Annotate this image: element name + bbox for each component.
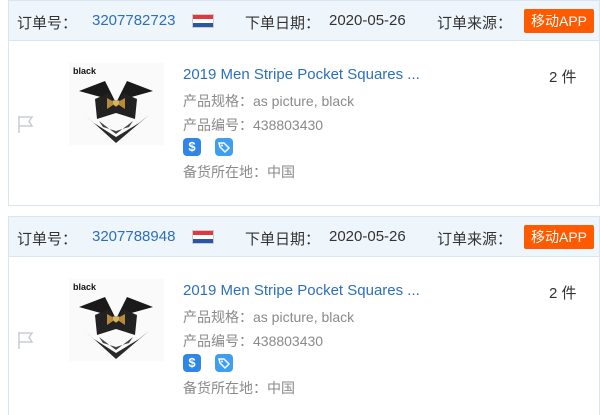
spec-label: 产品规格： bbox=[183, 93, 253, 109]
order-number-label: 订单号： bbox=[17, 15, 78, 32]
ship-from-value: 中国 bbox=[267, 164, 295, 180]
source-badge: 移动APP bbox=[524, 225, 595, 249]
order-source-label: 订单来源： bbox=[437, 231, 513, 248]
order-source-label: 订单来源： bbox=[437, 15, 513, 32]
source-badge: 移动APP bbox=[524, 9, 595, 33]
thumb-caption: black bbox=[73, 282, 97, 292]
order-date: 2020-05-26 bbox=[329, 228, 406, 245]
product-code-value: 438803430 bbox=[253, 117, 324, 133]
order-number-label: 订单号： bbox=[17, 231, 78, 248]
product-thumbnail[interactable]: black bbox=[69, 279, 164, 361]
netherlands-flag-icon bbox=[192, 14, 214, 28]
flag-icon[interactable] bbox=[15, 113, 37, 135]
ship-from-row: 备货所在地：中国 bbox=[183, 378, 295, 398]
flag-icon[interactable] bbox=[15, 329, 37, 351]
ship-from-label: 备货所在地： bbox=[183, 164, 267, 180]
tag-icon[interactable] bbox=[215, 138, 233, 156]
product-code-value: 438803430 bbox=[253, 333, 324, 349]
thumb-caption: black bbox=[73, 66, 97, 76]
spec-value: as picture, black bbox=[253, 309, 355, 325]
ship-from-label: 备货所在地： bbox=[183, 380, 267, 396]
order-date-label: 下单日期： bbox=[245, 231, 321, 248]
spec-label: 产品规格： bbox=[183, 309, 253, 325]
product-code-label: 产品编号： bbox=[183, 333, 253, 349]
order-card: 订单号： 3207782723 下单日期： 2020-05-26 订单来源： 移… bbox=[8, 0, 600, 206]
quantity: 2 件 bbox=[549, 69, 577, 86]
quantity: 2 件 bbox=[549, 285, 577, 302]
netherlands-flag-icon bbox=[192, 230, 214, 244]
dollar-icon[interactable]: $ bbox=[183, 138, 201, 156]
order-number[interactable]: 3207782723 bbox=[92, 12, 175, 29]
order-item: black 2019 Men Stripe Pocket Squares ...… bbox=[9, 41, 599, 201]
product-code-row: 产品编号：438803430 bbox=[183, 115, 323, 135]
ship-from-value: 中国 bbox=[267, 380, 295, 396]
order-date: 2020-05-26 bbox=[329, 12, 406, 29]
product-code-label: 产品编号： bbox=[183, 117, 253, 133]
tag-icon[interactable] bbox=[215, 354, 233, 372]
order-number[interactable]: 3207788948 bbox=[92, 228, 175, 245]
ship-from-row: 备货所在地：中国 bbox=[183, 162, 295, 182]
order-item: black 2019 Men Stripe Pocket Squares ...… bbox=[9, 257, 599, 415]
product-title-link[interactable]: 2019 Men Stripe Pocket Squares ... bbox=[183, 282, 420, 299]
product-thumbnail[interactable]: black bbox=[69, 63, 164, 145]
order-header: 订单号： 3207782723 下单日期： 2020-05-26 订单来源： 移… bbox=[9, 1, 599, 41]
spec-value: as picture, black bbox=[253, 93, 355, 109]
order-header: 订单号： 3207788948 下单日期： 2020-05-26 订单来源： 移… bbox=[9, 217, 599, 257]
dollar-icon[interactable]: $ bbox=[183, 354, 201, 372]
product-code-row: 产品编号：438803430 bbox=[183, 331, 323, 351]
product-title-link[interactable]: 2019 Men Stripe Pocket Squares ... bbox=[183, 66, 420, 83]
order-card: 订单号： 3207788948 下单日期： 2020-05-26 订单来源： 移… bbox=[8, 216, 600, 415]
spec-row: 产品规格：as picture, black bbox=[183, 91, 354, 111]
spec-row: 产品规格：as picture, black bbox=[183, 307, 354, 327]
order-date-label: 下单日期： bbox=[245, 15, 321, 32]
